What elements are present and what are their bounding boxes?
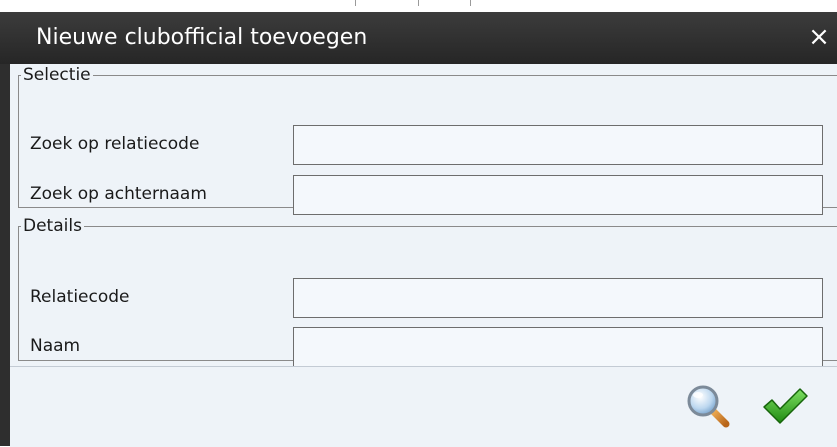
dialog-title: Nieuwe clubofficial toevoegen: [36, 25, 368, 50]
selectie-fieldset: Selectie Zoek op relatiecode Zoek op ach…: [18, 65, 837, 215]
relatiecode-row: Relatiecode: [19, 278, 837, 318]
dialog-body: Selectie Zoek op relatiecode Zoek op ach…: [10, 64, 837, 367]
background-fragment: [418, 0, 419, 6]
background-fragment: [470, 0, 471, 6]
relatiecode-label: Relatiecode: [30, 287, 130, 307]
search-achternaam-label: Zoek op achternaam: [30, 184, 207, 204]
search-relatiecode-row: Zoek op relatiecode: [19, 125, 837, 165]
search-achternaam-input[interactable]: [293, 175, 823, 215]
dialog-footer: [10, 366, 837, 447]
dialog-titlebar: Nieuwe clubofficial toevoegen ×: [0, 12, 837, 64]
selectie-legend: Selectie: [23, 65, 91, 85]
search-relatiecode-input[interactable]: [293, 125, 823, 165]
magnifier-icon: [687, 385, 730, 428]
close-button[interactable]: ×: [807, 23, 831, 51]
background-fragment: [355, 0, 356, 6]
checkmark-icon: [763, 388, 808, 424]
add-club-official-dialog: Nieuwe clubofficial toevoegen × Selectie…: [0, 12, 837, 447]
naam-input[interactable]: [293, 327, 823, 367]
naam-label: Naam: [30, 336, 81, 356]
search-button[interactable]: [685, 383, 731, 429]
confirm-button[interactable]: [760, 385, 810, 427]
background-window: [0, 0, 837, 12]
naam-row: Naam: [19, 327, 837, 367]
details-fieldset: Details Relatiecode Naam: [18, 216, 837, 367]
search-achternaam-row: Zoek op achternaam: [19, 175, 837, 215]
details-legend: Details: [23, 216, 82, 236]
relatiecode-input[interactable]: [293, 278, 823, 318]
search-relatiecode-label: Zoek op relatiecode: [30, 134, 200, 154]
